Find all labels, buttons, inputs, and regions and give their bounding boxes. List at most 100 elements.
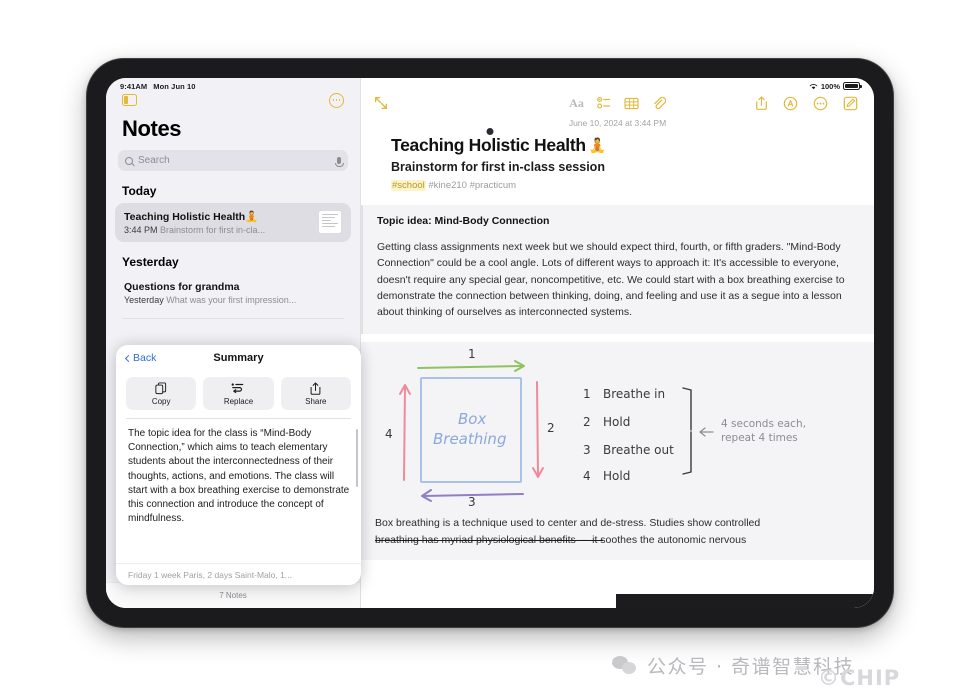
status-bar: 9:41AM Mon Jun 10 100% [106, 78, 874, 94]
tag-practicum[interactable]: #practicum [470, 180, 516, 191]
table-icon[interactable] [624, 97, 639, 110]
arrow-number-4: 4 [385, 427, 393, 441]
wifi-icon [809, 83, 818, 90]
chevron-left-icon [124, 354, 133, 362]
handwritten-sketch: 1 Box Breathing 2 3 4 1 Breathe in 2 Hol… [361, 342, 874, 514]
page-title: Notes [122, 116, 182, 141]
tag-kine210[interactable]: #kine210 [428, 180, 467, 191]
note-row-title: Teaching Holistic Health🧘 [124, 210, 311, 223]
note-thumbnail [318, 210, 342, 234]
step-text-1: Breathe in [603, 387, 665, 401]
arrow-number-3: 3 [468, 495, 476, 506]
block-paragraph: Getting class assignments next week but … [377, 241, 845, 319]
format-aa-icon[interactable]: Aa [569, 96, 584, 111]
note-row-time: 3:44 PM [124, 225, 158, 235]
microphone-icon[interactable] [335, 157, 345, 167]
note-subtitle: Brainstorm for first in-class session [391, 160, 605, 174]
note-row-preview: Brainstorm for first in-cla... [160, 225, 266, 235]
arrow-number-1: 1 [468, 347, 476, 361]
step-text-3: Breathe out [603, 443, 674, 457]
back-label: Back [133, 352, 157, 364]
tag-school[interactable]: #school [391, 180, 426, 191]
note-title-emoji: 🧘 [588, 137, 606, 153]
note-title-text: Teaching Holistic Health [391, 135, 586, 155]
status-date: Mon Jun 10 [153, 81, 196, 91]
list-divider [122, 318, 344, 319]
note-row-title: Questions for grandma [124, 281, 240, 293]
list-item-note-teaching-holistic-health[interactable]: Teaching Holistic Health🧘 3:44 PM Brains… [115, 203, 351, 242]
box-label-line1: Box [458, 410, 486, 428]
highlight-progress-bar [375, 539, 603, 542]
share-button[interactable]: Share [280, 377, 351, 410]
summary-text: The topic idea for the class is “Mind-Bo… [128, 428, 350, 525]
sidebar-toggle-icon [122, 94, 137, 106]
note-header-block: Teaching Holistic Health 🧘 Brainstorm fo… [361, 128, 874, 191]
step-number-4: 4 [583, 469, 591, 483]
section-header-today: Today [122, 184, 157, 198]
step-number-3: 3 [583, 443, 591, 457]
more-circle-icon [329, 92, 344, 108]
copy-icon [155, 382, 167, 395]
annotation-line-2: repeat 4 times [721, 432, 798, 444]
step-number-2: 2 [583, 415, 591, 429]
box-breathing-diagram: 1 Box Breathing 2 3 4 1 Breathe in 2 Hol… [385, 347, 806, 509]
search-icon [125, 156, 133, 165]
closing-line-2: breathing has myriad physiological benef… [375, 532, 860, 548]
summary-panel-header: Back Summary [116, 345, 361, 371]
note-row-preview: What was your first impression... [166, 295, 297, 305]
summary-panel: Back Summary Copy Replace Share The topi… [116, 345, 361, 585]
sidebar-footer-count: 7 Notes [106, 582, 360, 608]
search-placeholder: Search [138, 155, 170, 166]
attachment-icon[interactable] [652, 96, 666, 110]
sidebar-more-button[interactable] [329, 92, 344, 108]
battery-percent: 100% [820, 81, 840, 91]
note-row-text: Questions for grandma Yesterday What was… [124, 281, 342, 305]
copy-button[interactable]: Copy [126, 377, 197, 410]
status-time: 9:41AM [120, 81, 148, 91]
summary-body: The topic idea for the class is “Mind-Bo… [116, 419, 361, 563]
note-editor: Aa June 10, 2024 at 3:44 PM Teaching Hol… [361, 78, 874, 608]
box-label-line2: Breathing [433, 430, 506, 448]
back-button[interactable]: Back [124, 352, 157, 364]
list-item-note-questions-for-grandma[interactable]: Questions for grandma Yesterday What was… [115, 274, 351, 312]
tablet-screen: 9:41AM Mon Jun 10 100% Notes Search Toda… [106, 78, 874, 608]
note-row-subtitle: 3:44 PM Brainstorm for first in-cla... [124, 225, 311, 235]
search-input[interactable]: Search [118, 150, 348, 171]
note-timestamp: June 10, 2024 at 3:44 PM [568, 118, 667, 128]
summary-scrollbar[interactable] [355, 429, 358, 487]
summary-actions: Copy Replace Share [116, 371, 361, 418]
status-bar-right: 100% [809, 81, 862, 91]
status-bar-left: 9:41AM Mon Jun 10 [120, 82, 196, 91]
note-topic-block: Topic idea: Mind-Body Connection Getting… [361, 205, 874, 335]
step-number-1: 1 [583, 387, 591, 401]
note-row-time: Yesterday [124, 295, 164, 305]
note-row-text: Teaching Holistic Health🧘 3:44 PM Brains… [124, 210, 311, 235]
note-tags: #school #kine210 #practicum [391, 180, 844, 191]
section-header-yesterday: Yesterday [122, 255, 179, 269]
replace-icon [231, 382, 245, 395]
note-title: Teaching Holistic Health 🧘 [391, 135, 844, 156]
wechat-icon [612, 655, 638, 676]
battery-icon [843, 82, 862, 90]
screenshot-root: 9:41AM Mon Jun 10 100% Notes Search Toda… [0, 0, 980, 700]
checklist-icon[interactable] [596, 96, 611, 110]
replace-button[interactable]: Replace [203, 377, 274, 410]
step-text-2: Hold [603, 415, 630, 429]
copy-label: Copy [151, 397, 171, 406]
annotation-line-1: 4 seconds each, [721, 418, 806, 430]
share-label: Share [305, 397, 327, 406]
step-text-4: Hold [603, 469, 630, 483]
block-heading: Topic idea: Mind-Body Connection [377, 215, 550, 227]
summary-footer: Friday 1 week Paris, 2 days Saint-Malo, … [116, 563, 361, 585]
highlight-progress-band [616, 594, 874, 608]
share-icon [310, 382, 321, 395]
chip-watermark: ©CHIP [818, 666, 901, 690]
note-title-text: Teaching Holistic Health [124, 211, 246, 223]
sidebar-toggle-button[interactable] [122, 94, 137, 106]
arrow-number-2: 2 [547, 421, 555, 435]
note-title-emoji: 🧘 [245, 211, 259, 223]
replace-label: Replace [223, 397, 254, 406]
front-camera [486, 128, 494, 135]
closing-line-1: Box breathing is a technique used to cen… [375, 517, 761, 530]
editor-toolbar-center: Aa [361, 96, 874, 111]
